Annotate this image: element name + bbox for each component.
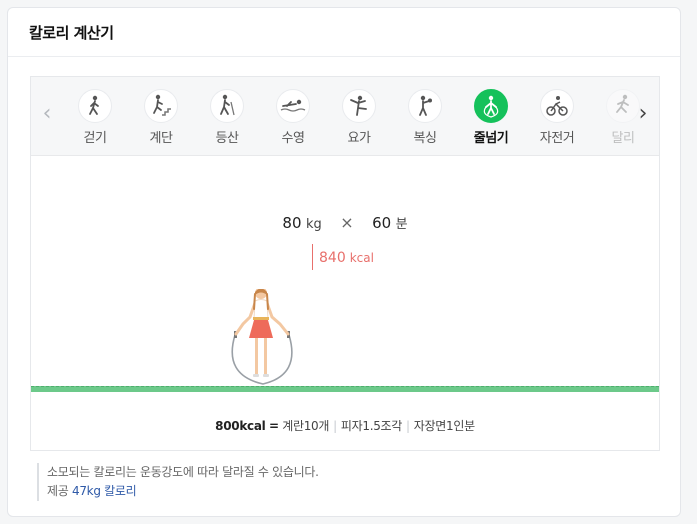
prev-arrow-icon[interactable]: ‹ [39,103,55,127]
tab-label: 걷기 [83,131,107,146]
equivalent-item: 피자1.5조각 [340,419,403,433]
calorie-calculator-card: 칼로리 계산기 ‹ 걷기 계단 등산 수영 요가 복싱 줄넘기 자전거 달리 ›… [7,7,681,517]
source-link[interactable]: 47kg 칼로리 [72,484,137,498]
yoga-icon [342,89,376,123]
title-divider [8,56,680,57]
calorie-equivalents: 800kcal = 계란10개 | 피자1.5조각 | 자장면1인분 [31,417,659,434]
jump-rope-girl-illustration [231,289,293,385]
bicycle-icon [540,89,574,123]
divider: | [333,419,337,433]
tab-label: 등산 [215,131,239,146]
tab-stairs[interactable]: 계단 [133,89,189,146]
minutes-unit: 분 [395,217,408,232]
footnotes: 소모되는 칼로리는 운동강도에 따라 달라질 수 있습니다. 제공 47kg 칼… [37,463,319,501]
tab-label: 계단 [149,131,173,146]
calculation-area: 80 kg × 60 분 840 kcal [31,157,659,393]
divider: | [406,419,410,433]
equivalent-kcal: 800kcal [215,419,266,433]
tab-jump-rope[interactable]: 줄넘기 [463,89,519,146]
tab-label: 복싱 [413,131,437,146]
result-unit: kcal [349,251,374,265]
boxing-icon [408,89,442,123]
result-value: 840 [319,250,346,266]
tab-walking[interactable]: 걷기 [67,89,123,146]
ground-line [31,386,659,392]
weight-unit: kg [305,217,322,232]
swimming-icon [276,89,310,123]
minutes-value[interactable]: 60 [372,214,391,232]
equivalent-item: 자장면1인분 [413,419,475,433]
source-prefix: 제공 [47,484,69,498]
card-title: 칼로리 계산기 [29,24,114,42]
tab-swimming[interactable]: 수영 [265,89,321,146]
equals-sign: = [268,419,279,433]
equivalent-item: 계란10개 [282,419,330,433]
walking-icon [78,89,112,123]
source-line: 제공 47kg 칼로리 [47,482,319,501]
tab-yoga[interactable]: 요가 [331,89,387,146]
tab-hiking[interactable]: 등산 [199,89,255,146]
calculation-inputs: 80 kg × 60 분 [31,213,659,232]
weight-value[interactable]: 80 [282,214,301,232]
tab-label: 자전거 [539,131,575,146]
exercise-tab-bar: ‹ 걷기 계단 등산 수영 요가 복싱 줄넘기 자전거 달리 › [31,77,659,156]
calorie-result: 840 kcal [312,244,374,270]
tab-label: 요가 [347,131,371,146]
hiking-icon [210,89,244,123]
calculator-panel: ‹ 걷기 계단 등산 수영 요가 복싱 줄넘기 자전거 달리 › 80 kg ×… [30,76,660,451]
tab-label: 달리 [611,131,635,146]
tab-label: 수영 [281,131,305,146]
next-arrow-icon[interactable]: › [635,103,651,127]
intensity-note: 소모되는 칼로리는 운동강도에 따라 달라질 수 있습니다. [47,465,319,479]
stairs-icon [144,89,178,123]
multiply-icon: × [340,213,354,232]
tab-label: 줄넘기 [473,131,509,146]
tab-bicycle[interactable]: 자전거 [529,89,585,146]
jump-rope-icon [474,89,508,123]
tab-boxing[interactable]: 복싱 [397,89,453,146]
